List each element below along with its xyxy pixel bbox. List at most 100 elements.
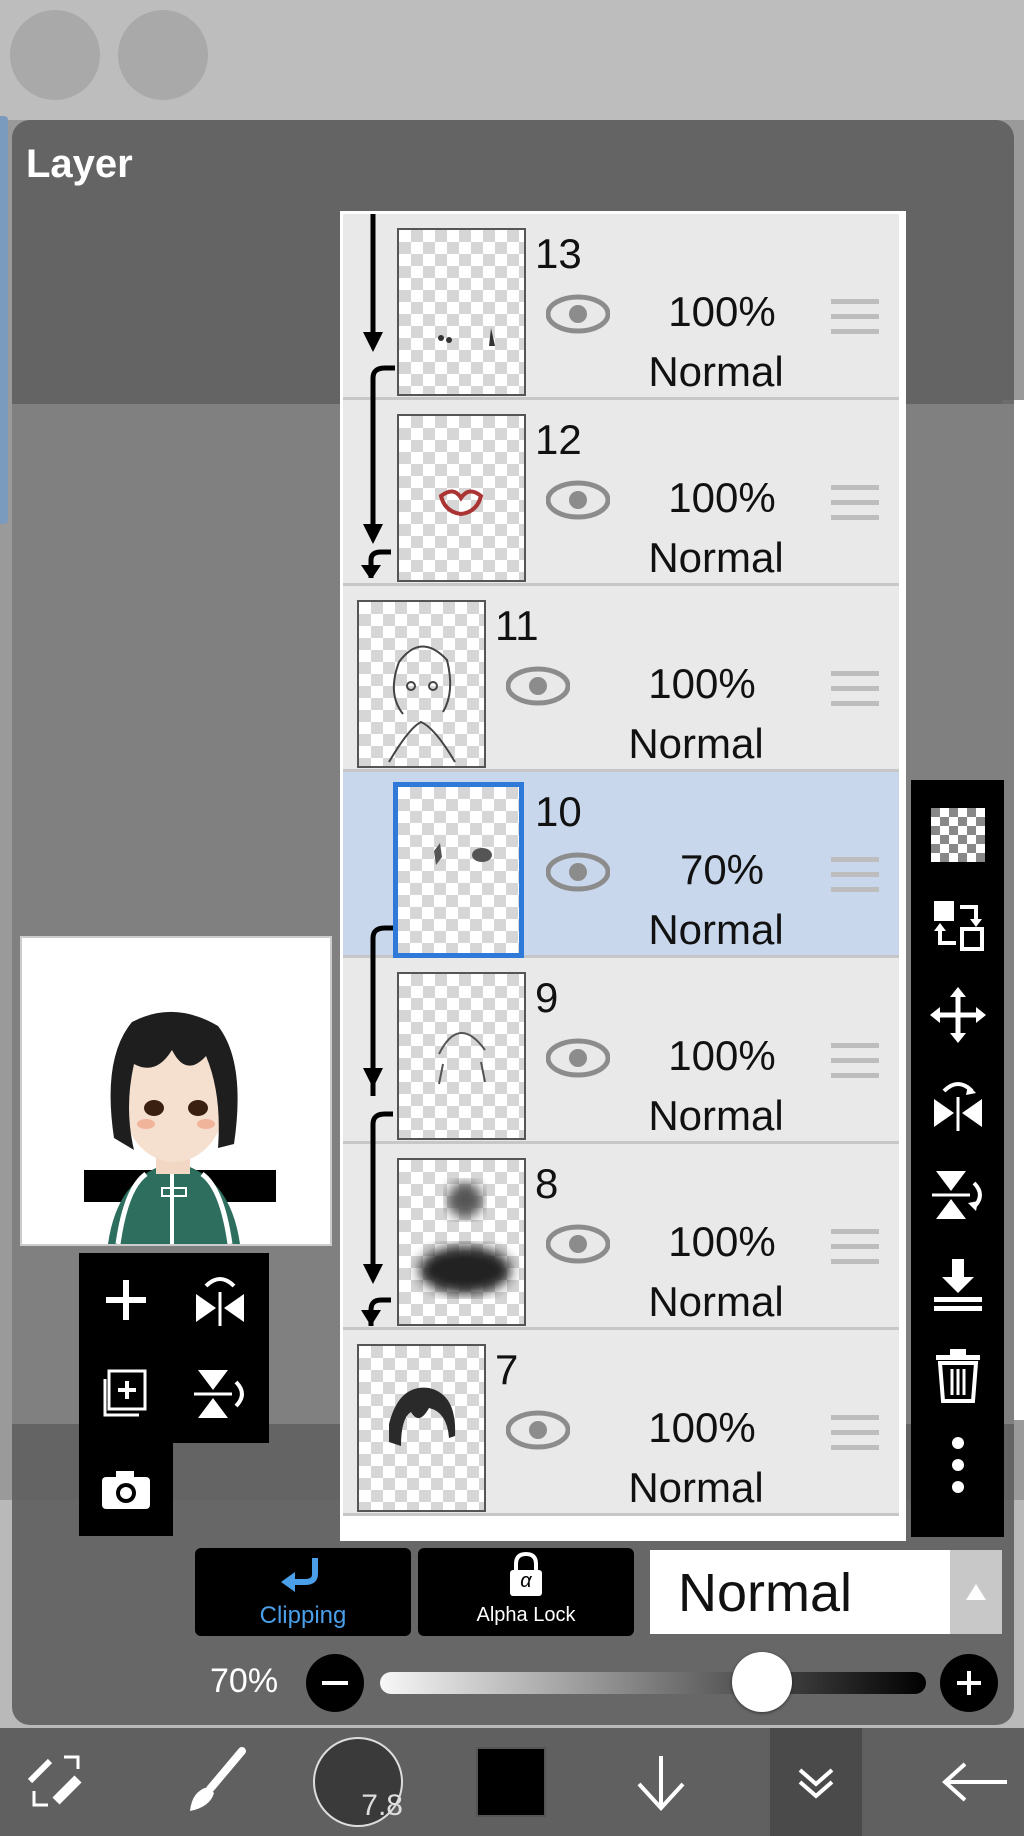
alpha-glyph: α xyxy=(520,1570,532,1592)
visibility-eye-icon[interactable] xyxy=(546,1038,610,1078)
drag-handle-icon[interactable] xyxy=(831,668,879,710)
camera-icon xyxy=(102,1470,150,1509)
double-chevron-down-icon xyxy=(798,1768,834,1799)
opacity-increase-button[interactable] xyxy=(940,1654,998,1712)
brush-icon xyxy=(190,1747,246,1811)
flip-canvas-horizontal-button[interactable] xyxy=(173,1253,267,1347)
color-picker-button[interactable] xyxy=(466,1728,556,1836)
layer-number: 10 xyxy=(535,788,582,835)
drag-handle-icon[interactable] xyxy=(831,1040,879,1082)
layer-row-13[interactable]: 13 100% Normal xyxy=(343,214,899,400)
brush-size-button[interactable]: 7.8 xyxy=(312,1728,404,1836)
canvas-preview[interactable] xyxy=(20,936,332,1246)
layer-tools-sidebar xyxy=(911,780,1004,1537)
current-color-swatch xyxy=(476,1747,546,1817)
layer-blend-mode: Normal xyxy=(628,720,764,767)
flip-horizontal-icon xyxy=(196,1277,244,1326)
layer-list[interactable]: 13 100% Normal 12 100% Normal 11 100% No… xyxy=(340,211,906,1541)
layer-row-8[interactable]: 8 100% Normal xyxy=(343,1111,899,1330)
clipping-arrow-icon xyxy=(361,1111,393,1326)
scroll-down-button[interactable] xyxy=(614,1728,708,1836)
back-button[interactable] xyxy=(924,1728,1024,1836)
blend-mode-value: Normal xyxy=(678,1563,853,1623)
drag-handle-icon[interactable] xyxy=(831,482,879,524)
drag-handle-icon[interactable] xyxy=(831,854,879,896)
visibility-eye-icon[interactable] xyxy=(506,1410,570,1450)
duplicate-layer-button[interactable] xyxy=(79,1347,173,1441)
layer-opacity: 100% xyxy=(648,1404,756,1451)
layer-number: 8 xyxy=(535,1160,559,1207)
swap-layers-button[interactable] xyxy=(911,880,1004,970)
flip-canvas-vertical-button[interactable] xyxy=(173,1347,267,1441)
flip-vertical-button[interactable] xyxy=(911,1150,1004,1240)
alpha-lock-button[interactable]: α Alpha Lock xyxy=(418,1548,634,1636)
layer-number: 7 xyxy=(495,1346,519,1393)
clipping-icon xyxy=(281,1558,318,1592)
layer-actions-group xyxy=(79,1253,269,1536)
brush-size-value: 7.8 xyxy=(361,1789,403,1822)
visibility-eye-icon[interactable] xyxy=(546,852,610,892)
flip-vertical-icon xyxy=(194,1370,244,1418)
bottom-toolbar: 7.8 xyxy=(0,1728,1024,1836)
layer-row-7[interactable]: 7 100% Normal xyxy=(343,1330,899,1516)
layer-opacity: 100% xyxy=(668,474,776,521)
brush-tool-button[interactable] xyxy=(160,1728,270,1836)
minus-icon xyxy=(322,1681,348,1685)
opacity-slider-track[interactable] xyxy=(380,1672,926,1694)
plus-icon xyxy=(106,1280,146,1320)
layer-number: 13 xyxy=(535,230,582,277)
triangle-up-icon xyxy=(966,1584,986,1600)
layer-thumbnail xyxy=(357,600,486,768)
flip-horizontal-button[interactable] xyxy=(911,1060,1004,1150)
clipping-link-icon xyxy=(370,365,395,400)
layer-blend-mode: Normal xyxy=(648,906,784,953)
merge-down-button[interactable] xyxy=(911,1240,1004,1330)
clipping-button[interactable]: Clipping xyxy=(195,1548,411,1636)
opacity-decrease-button[interactable] xyxy=(306,1654,364,1712)
duplicate-layer-icon xyxy=(103,1369,147,1417)
visibility-eye-icon[interactable] xyxy=(506,666,570,706)
transparent-fill-button[interactable] xyxy=(911,790,1004,880)
arrow-down-icon xyxy=(637,1756,685,1811)
trash-icon xyxy=(935,1349,980,1403)
layer-thumbnail xyxy=(357,1344,486,1512)
layer-number: 11 xyxy=(495,602,539,649)
opacity-value-label: 70% xyxy=(210,1662,279,1700)
layer-panel-toggle-button[interactable] xyxy=(770,1728,862,1836)
visibility-eye-icon[interactable] xyxy=(546,480,610,520)
layer-thumbnail xyxy=(397,1158,526,1326)
swap-layers-icon xyxy=(933,901,984,951)
layer-row-10[interactable]: 10 70% Normal xyxy=(343,772,899,958)
more-options-button[interactable] xyxy=(911,1420,1004,1510)
layer-row-11[interactable]: 11 100% Normal xyxy=(343,586,899,772)
visibility-eye-icon[interactable] xyxy=(546,294,610,334)
layer-opacity: 100% xyxy=(668,1218,776,1265)
camera-import-button[interactable] xyxy=(79,1443,173,1536)
layer-opacity: 100% xyxy=(668,1032,776,1079)
layer-row-9[interactable]: 9 100% Normal xyxy=(343,925,899,1144)
brush-size-indicator: 7.8 xyxy=(313,1737,403,1827)
panel-title: Layer xyxy=(26,142,133,186)
side-tab[interactable] xyxy=(0,116,8,524)
layer-blend-mode: Normal xyxy=(628,1464,764,1511)
drag-handle-icon[interactable] xyxy=(831,1412,879,1454)
delete-layer-button[interactable] xyxy=(911,1330,1004,1420)
blend-mode-dropdown-button[interactable] xyxy=(950,1550,1002,1634)
blend-mode-select[interactable]: Normal xyxy=(650,1550,950,1634)
merge-down-icon xyxy=(933,1259,982,1311)
add-layer-button[interactable] xyxy=(79,1253,173,1347)
layer-opacity: 100% xyxy=(668,288,776,335)
move-button[interactable] xyxy=(911,970,1004,1060)
layer-thumbnail xyxy=(397,414,526,582)
layer-row-12[interactable]: 12 100% Normal xyxy=(343,400,899,586)
layer-thumbnail-selected xyxy=(393,782,524,958)
drag-handle-icon[interactable] xyxy=(831,1226,879,1268)
undo-button[interactable] xyxy=(10,10,100,100)
artwork-preview xyxy=(84,1011,276,1245)
selection-tool-button[interactable] xyxy=(0,1728,110,1836)
opacity-slider-knob[interactable] xyxy=(732,1652,793,1712)
redo-button[interactable] xyxy=(118,10,208,100)
visibility-eye-icon[interactable] xyxy=(546,1224,610,1264)
drag-handle-icon[interactable] xyxy=(831,296,879,338)
layer-thumbnail xyxy=(397,228,526,396)
